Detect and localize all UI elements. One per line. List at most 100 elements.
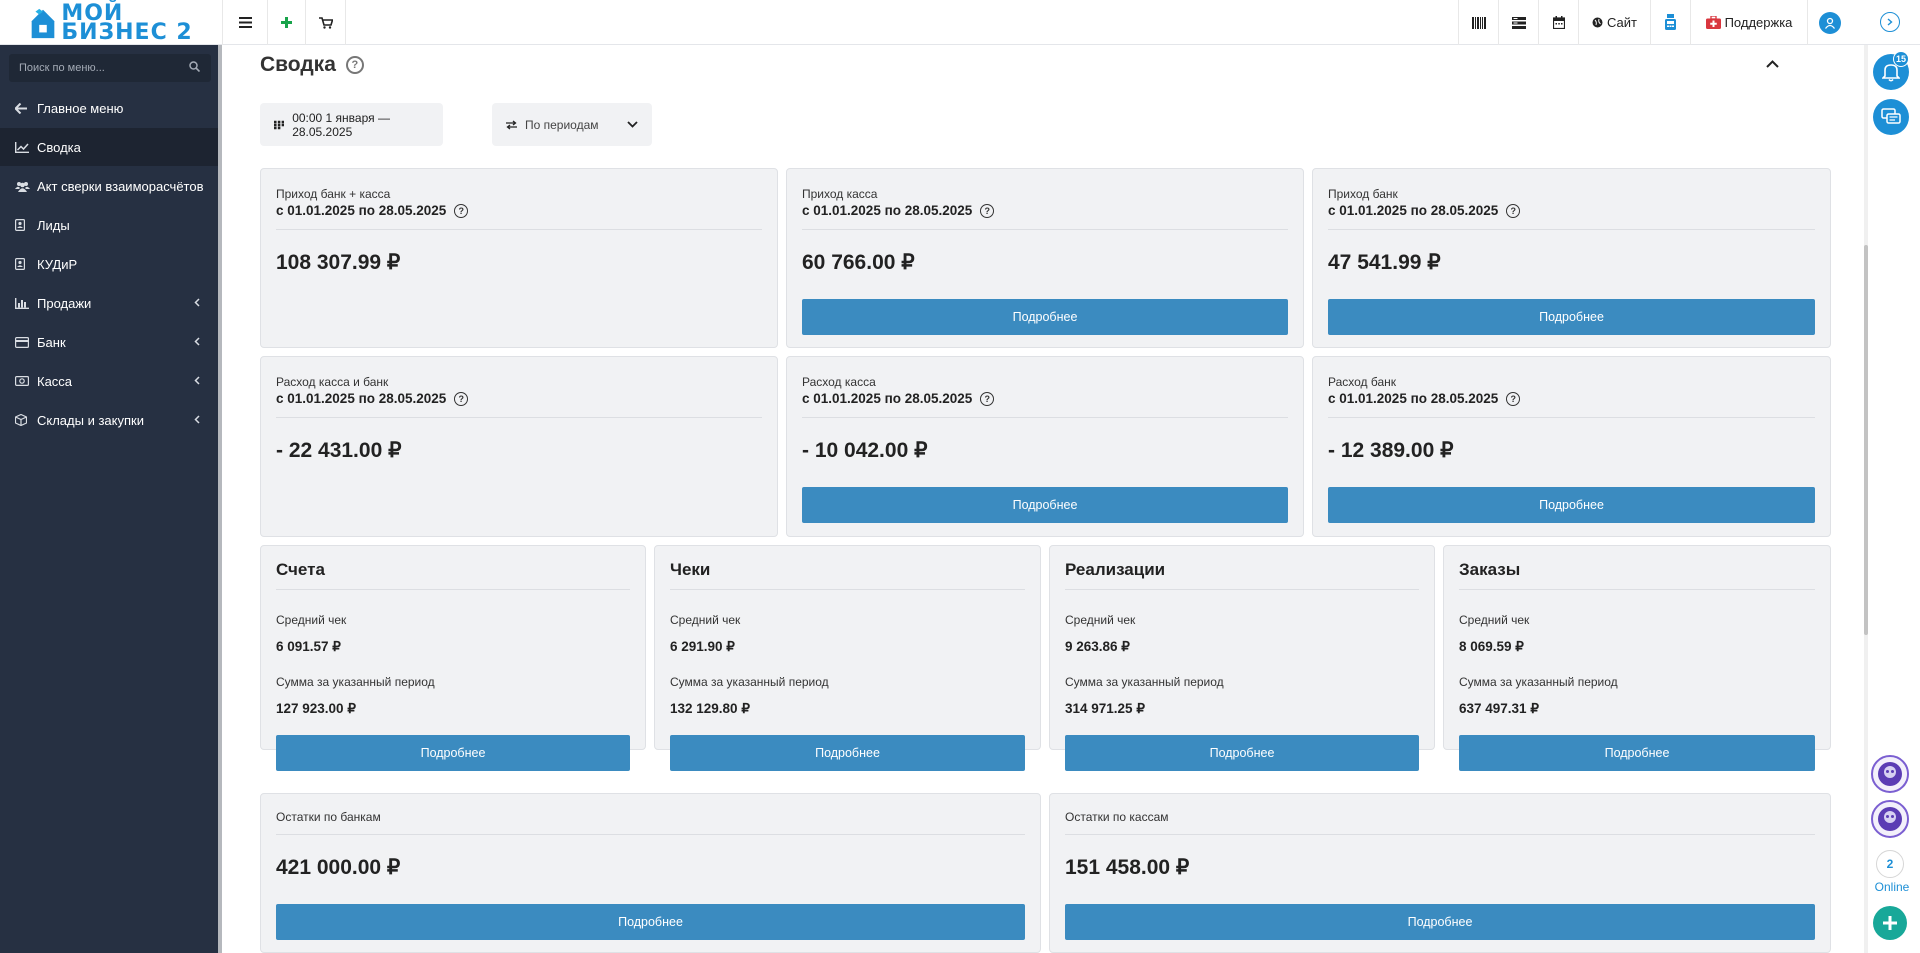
card-amount: 151 458.00 ₽ (1065, 856, 1190, 879)
calendar-grid-icon (274, 120, 285, 129)
hamburger-icon (238, 17, 252, 28)
card-period: с 01.01.2025 по 28.05.2025? (276, 391, 469, 406)
card-label: Приход банк (1328, 187, 1398, 201)
globe-icon (1592, 17, 1603, 28)
details-button[interactable]: Подробнее (1328, 487, 1815, 523)
period-select[interactable]: По периодам (492, 103, 652, 146)
help-icon[interactable]: ? (1506, 391, 1521, 406)
add-button[interactable] (268, 0, 306, 45)
sidebar-item-leads[interactable]: Лиды (0, 206, 218, 244)
help-icon[interactable]: ? (980, 203, 995, 218)
card-period: с 01.01.2025 по 28.05.2025? (1328, 391, 1521, 406)
medkit-icon (1705, 16, 1721, 29)
card-label: Расход банк (1328, 375, 1397, 389)
receipts-card: Чеки Средний чек 6 291.90 ₽ Сумма за ука… (654, 545, 1041, 771)
card-amount: 421 000.00 ₽ (276, 856, 401, 879)
details-button[interactable]: Подробнее (802, 487, 1288, 523)
logo[interactable]: МОЙ БИЗНЕС 2 (0, 0, 222, 45)
sidebar-item-summary[interactable]: Сводка (0, 128, 218, 166)
sidebar-item-label: Банк (37, 334, 66, 350)
page-scrollbar-thumb[interactable] (1864, 245, 1868, 635)
site-link[interactable]: Сайт (1578, 0, 1650, 45)
support-link[interactable]: Поддержка (1690, 0, 1807, 45)
sidebar-item-bank[interactable]: Банк (0, 323, 218, 361)
divider (802, 417, 1288, 418)
sidebar-search[interactable] (9, 54, 211, 82)
divider (1065, 834, 1815, 835)
help-icon[interactable]: ? (980, 391, 995, 406)
chevron-left-icon (194, 374, 200, 388)
details-button[interactable]: Подробнее (1459, 735, 1815, 771)
details-button[interactable]: Подробнее (670, 735, 1025, 771)
card-title: Реализации (1065, 560, 1166, 579)
user-profile-button[interactable] (1807, 0, 1851, 45)
cart-icon (318, 16, 333, 29)
sidebar-item-kudir[interactable]: КУДиР (0, 245, 218, 283)
sidebar-item-cash[interactable]: Касса (0, 362, 218, 400)
sidebar-search-input[interactable] (19, 62, 189, 74)
details-button[interactable]: Подробнее (1065, 735, 1419, 771)
assistant-avatar-1[interactable] (1871, 755, 1909, 793)
help-icon[interactable]: ? (454, 391, 469, 406)
avg-label: Средний чек (670, 613, 741, 627)
sidebar-item-sales[interactable]: Продажи (0, 284, 218, 322)
divider (276, 417, 762, 418)
card-amount: - 12 389.00 ₽ (1328, 439, 1454, 462)
bar-chart-icon (15, 297, 37, 309)
divider (1065, 589, 1419, 590)
sum-label: Сумма за указанный период (670, 675, 829, 689)
details-button[interactable]: Подробнее (1065, 904, 1815, 940)
cashbox-button[interactable] (1650, 0, 1690, 45)
date-range-value: 00:00 1 января — 28.05.2025 (292, 110, 390, 139)
realizations-card: Реализации Средний чек 9 263.86 ₽ Сумма … (1049, 545, 1435, 771)
list-card-icon (1511, 16, 1526, 29)
quick-add-button[interactable] (1873, 906, 1907, 940)
menu-toggle-button[interactable] (222, 0, 268, 45)
notifications-badge: 15 (1893, 51, 1909, 67)
details-button[interactable]: Подробнее (1328, 299, 1815, 335)
top-bar: МОЙ БИЗНЕС 2 Сайт Поддержка (0, 0, 1920, 45)
details-button[interactable]: Подробнее (276, 904, 1025, 940)
avg-value: 8 069.59 ₽ (1459, 639, 1524, 654)
card-title: Чеки (670, 560, 711, 579)
income-total-card: Приход банк + касса с 01.01.2025 по 28.0… (260, 168, 778, 348)
details-button[interactable]: Подробнее (276, 735, 630, 771)
help-icon[interactable]: ? (1506, 203, 1521, 218)
chevron-left-icon (194, 296, 200, 310)
income-cash-card: Приход касса с 01.01.2025 по 28.05.2025?… (786, 168, 1304, 348)
help-icon[interactable]: ? (345, 56, 364, 74)
online-count[interactable]: 2 (1876, 850, 1904, 878)
expand-rail-button[interactable] (1880, 12, 1900, 32)
sidebar-item-reconciliation[interactable]: Акт сверки взаиморасчётов (0, 167, 218, 205)
card-period: с 01.01.2025 по 28.05.2025? (802, 391, 995, 406)
logo-line-2: БИЗНЕС 2 (61, 19, 193, 45)
invoices-card: Счета Средний чек 6 091.57 ₽ Сумма за ук… (260, 545, 646, 771)
messages-button[interactable] (1873, 99, 1909, 135)
cash-register-icon (1665, 14, 1676, 30)
cart-button[interactable] (306, 0, 346, 45)
collapse-button[interactable] (1766, 55, 1779, 73)
sidebar-item-main-menu[interactable]: Главное меню (0, 89, 218, 127)
users-icon (15, 181, 37, 192)
expense-total-card: Расход касса и банк с 01.01.2025 по 28.0… (260, 356, 778, 537)
barcode-button[interactable] (1458, 0, 1498, 45)
help-icon[interactable]: ? (454, 203, 469, 218)
card-label: Расход касса и банк (276, 375, 389, 389)
date-range-filter[interactable]: 00:00 1 января — 28.05.2025 (260, 103, 443, 146)
money-icon (15, 376, 37, 386)
logo-house-icon (31, 8, 55, 38)
online-label: Online (1874, 880, 1910, 894)
assistant-avatar-2[interactable] (1871, 800, 1909, 838)
sidebar-item-warehouses[interactable]: Склады и закупки (0, 401, 218, 439)
divider (1328, 229, 1815, 230)
sum-value: 132 129.80 ₽ (670, 701, 750, 716)
calendar-button[interactable] (1538, 0, 1578, 45)
card-title: Счета (276, 560, 325, 579)
search-icon[interactable] (189, 61, 201, 75)
details-button[interactable]: Подробнее (802, 299, 1288, 335)
list-view-button[interactable] (1498, 0, 1538, 45)
main-content: Сводка ? 00:00 1 января — 28.05.2025 По … (222, 45, 1864, 953)
avg-label: Средний чек (1459, 613, 1530, 627)
bot-avatar-icon (1878, 762, 1902, 786)
chevron-left-icon (194, 335, 200, 349)
